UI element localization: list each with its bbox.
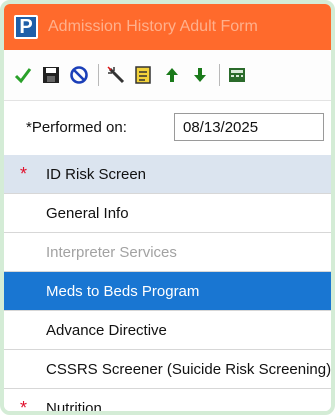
- nav-item-nutrition[interactable]: * Nutrition: [4, 389, 331, 415]
- performed-on-label: *Performed on:: [26, 119, 127, 136]
- toolbar-separator: [219, 64, 220, 86]
- nav-item-id-risk-screen[interactable]: * ID Risk Screen: [4, 155, 331, 194]
- down-arrow-icon[interactable]: [189, 64, 211, 86]
- nav-item-cssrs-screener[interactable]: CSSRS Screener (Suicide Risk Screening): [4, 350, 331, 389]
- up-arrow-icon[interactable]: [161, 64, 183, 86]
- nav-item-label: Nutrition: [46, 400, 102, 415]
- check-icon[interactable]: [12, 64, 34, 86]
- cancel-icon[interactable]: [68, 64, 90, 86]
- form-icon[interactable]: [133, 64, 155, 86]
- magic-wand-icon[interactable]: [105, 64, 127, 86]
- nav-item-general-info[interactable]: General Info: [4, 194, 331, 233]
- nav-item-label: Interpreter Services: [46, 244, 177, 261]
- nav-item-label: CSSRS Screener (Suicide Risk Screening): [46, 361, 331, 378]
- nav-item-label: Meds to Beds Program: [46, 283, 200, 300]
- save-icon[interactable]: [40, 64, 62, 86]
- app-icon: P: [14, 15, 38, 39]
- performed-on-row: *Performed on:: [4, 101, 331, 149]
- window-title: Admission History Adult Form: [48, 18, 258, 35]
- nav-item-label: Advance Directive: [46, 322, 167, 339]
- nav-item-advance-directive[interactable]: Advance Directive: [4, 311, 331, 350]
- section-list: * ID Risk Screen General Info Interprete…: [4, 155, 331, 415]
- calculator-icon[interactable]: [226, 64, 248, 86]
- toolbar: [4, 50, 331, 101]
- window-frame: P Admission History Adult Form *Performe…: [0, 0, 335, 415]
- nav-item-meds-to-beds-program[interactable]: Meds to Beds Program: [4, 272, 331, 311]
- performed-on-date-field[interactable]: [174, 113, 324, 141]
- nav-item-interpreter-services: Interpreter Services: [4, 233, 331, 272]
- required-marker: *: [20, 164, 28, 184]
- title-bar[interactable]: P Admission History Adult Form: [4, 4, 331, 50]
- required-marker: *: [20, 398, 28, 415]
- nav-item-label: General Info: [46, 205, 129, 222]
- nav-item-label: ID Risk Screen: [46, 166, 147, 183]
- toolbar-separator: [98, 64, 99, 86]
